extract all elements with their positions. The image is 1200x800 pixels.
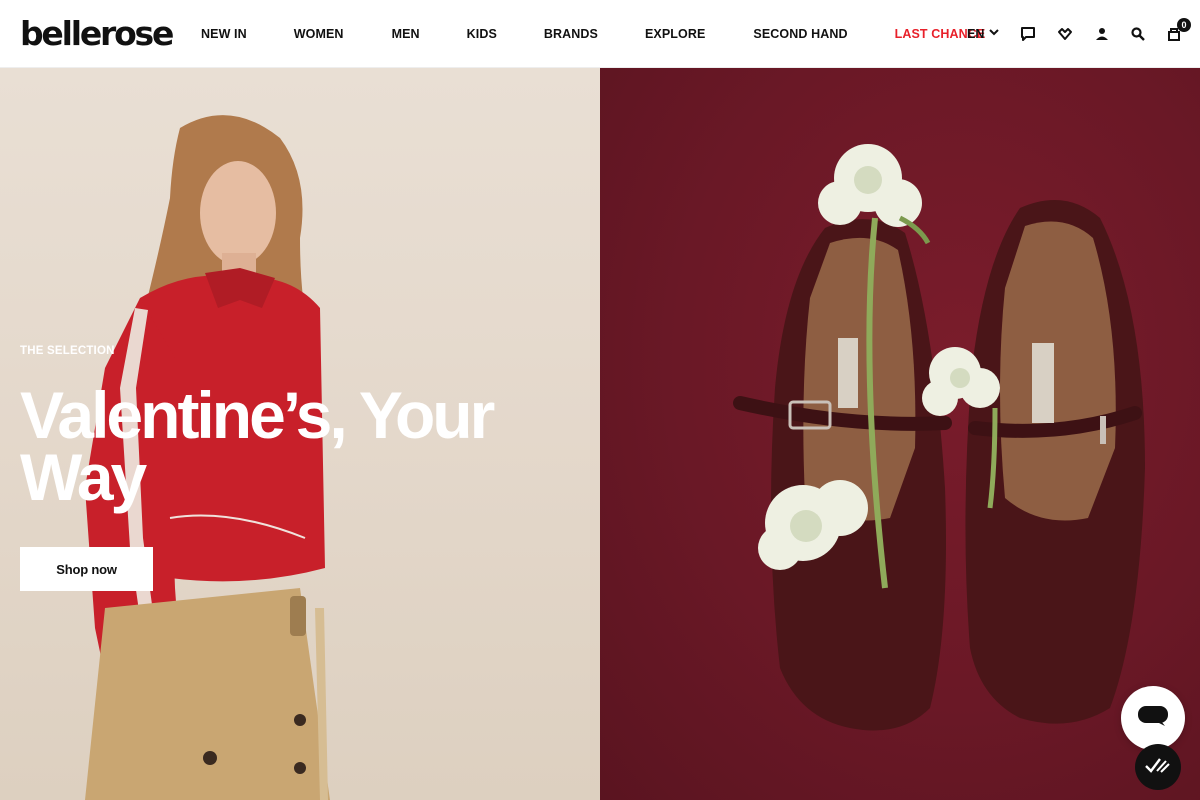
cookie-consent-check-icon (1144, 755, 1172, 780)
hero-left-image[interactable]: THE SELECTION Valentine’s, Your Way Shop… (0, 68, 600, 800)
hero-headline: Valentine’s, Your Way (20, 378, 495, 514)
cart-icon[interactable]: 0 (1164, 18, 1191, 44)
language-label: EN (967, 26, 985, 41)
cart-count-badge: 0 (1177, 18, 1191, 32)
language-selector[interactable]: EN (967, 26, 1000, 41)
brand-logo[interactable]: bellerose (20, 14, 174, 54)
search-icon[interactable] (1128, 24, 1148, 44)
nav-kids[interactable]: KIDS (467, 27, 497, 41)
chevron-down-icon (988, 26, 1000, 41)
main-nav: NEW IN WOMEN MEN KIDS BRANDS EXPLORE SEC… (201, 0, 985, 68)
hero-right-image[interactable] (600, 68, 1200, 800)
nav-brands[interactable]: BRANDS (544, 27, 598, 41)
chat-icon[interactable] (1018, 24, 1038, 44)
nav-women[interactable]: WOMEN (294, 27, 344, 41)
chat-bubble-icon (1137, 705, 1169, 732)
nav-new-in[interactable]: NEW IN (201, 27, 247, 41)
shop-now-button[interactable]: Shop now (20, 547, 153, 591)
nav-men[interactable]: MEN (392, 27, 420, 41)
wishlist-heart-icon[interactable] (1055, 24, 1075, 44)
hero-eyebrow: THE SELECTION (20, 345, 115, 357)
account-icon[interactable] (1092, 24, 1112, 44)
site-header: bellerose NEW IN WOMEN MEN KIDS BRANDS E… (0, 0, 1200, 68)
cookie-consent-button[interactable] (1135, 744, 1181, 790)
nav-explore[interactable]: EXPLORE (645, 27, 705, 41)
chat-widget-button[interactable] (1121, 686, 1185, 750)
woven-mary-jane-shoes-with-white-flowers-photo (733, 144, 1145, 731)
nav-second-hand[interactable]: SECOND HAND (753, 27, 847, 41)
